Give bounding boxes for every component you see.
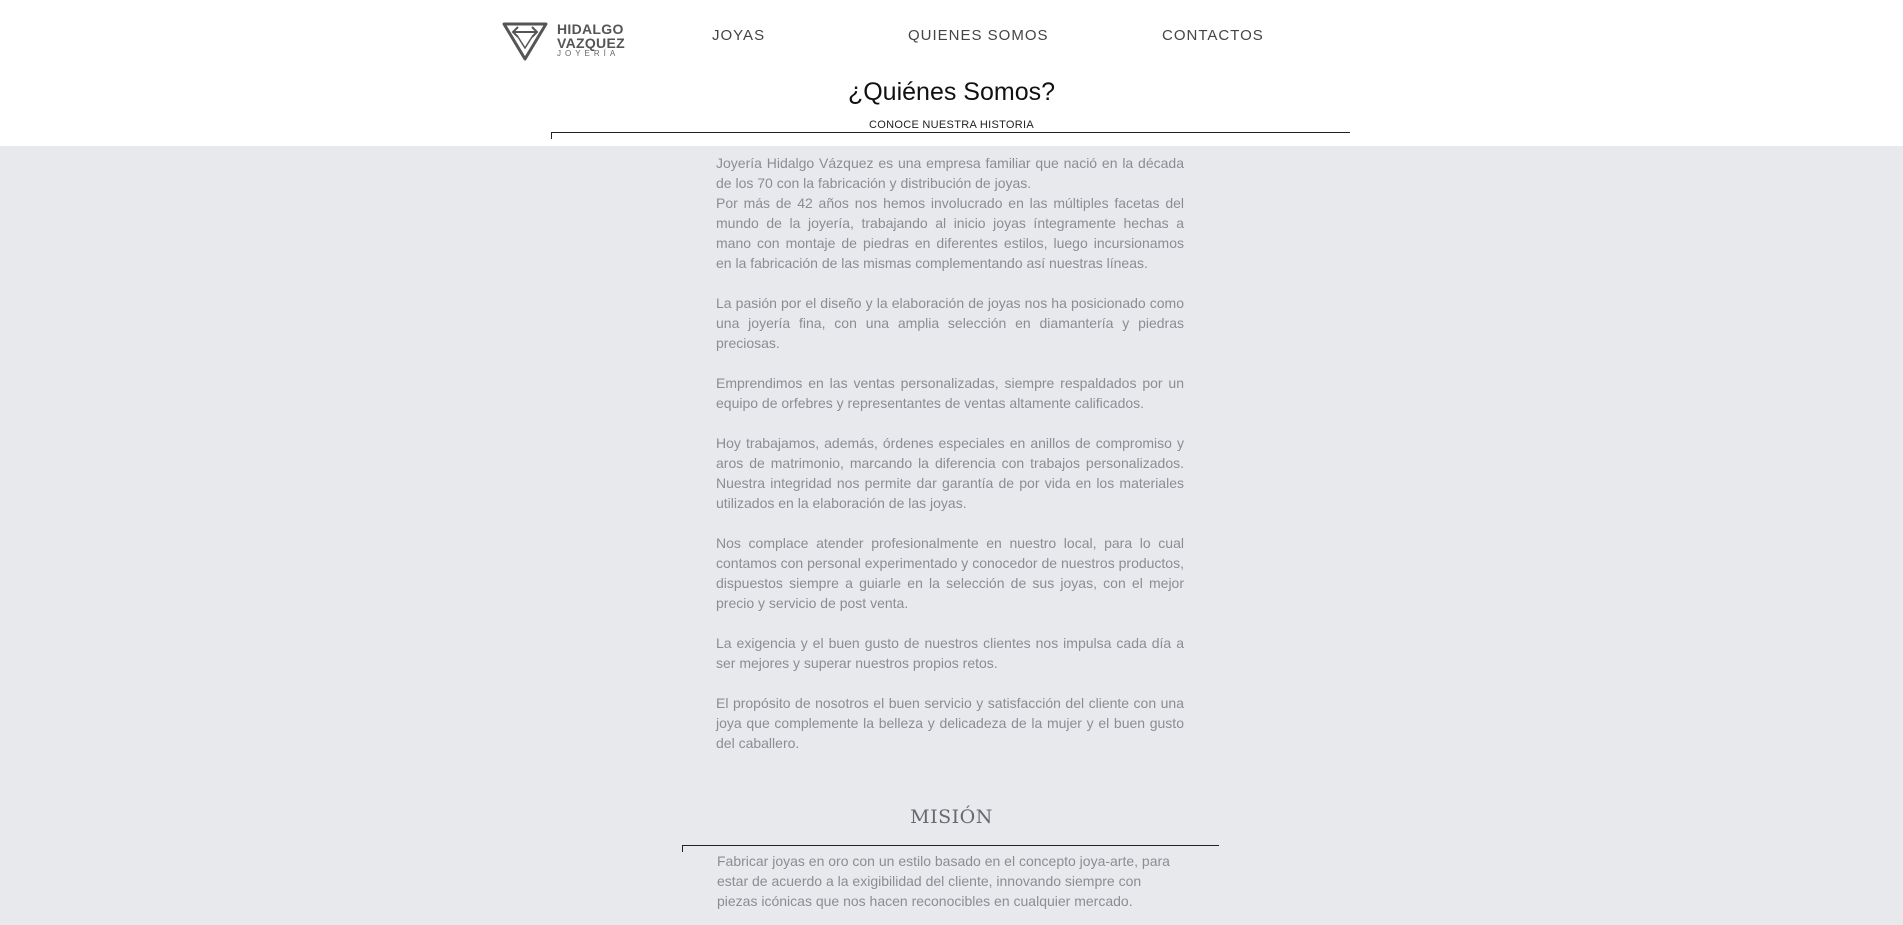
story-section: Joyería Hidalgo Vázquez es una empresa f… — [716, 153, 1184, 773]
brand-name: HIDALGO VAZQUEZ — [557, 22, 625, 50]
story-paragraph: Emprendimos en las ventas personalizadas… — [716, 375, 1184, 411]
story-paragraph: La exigencia y el buen gusto de nuestros… — [716, 635, 1184, 671]
story-paragraph: Hoy trabajamos, además, órdenes especial… — [716, 435, 1184, 511]
nav-contactos[interactable]: CONTACTOS — [1162, 27, 1264, 44]
title-divider — [551, 132, 1350, 139]
header: HIDALGO VAZQUEZ JOYERÍA JOYAS QUIENES SO… — [0, 0, 1903, 146]
story-paragraph: Por más de 42 años nos hemos involucrado… — [716, 195, 1184, 271]
story-paragraph: El propósito de nosotros el buen servici… — [716, 695, 1184, 751]
brand-line-1: HIDALGO — [557, 21, 624, 37]
page-title: ¿Quiénes Somos? — [847, 78, 1056, 106]
story-paragraph: Joyería Hidalgo Vázquez es una empresa f… — [716, 155, 1184, 191]
page-subtitle: CONOCE NUESTRA HISTORIA — [869, 119, 1034, 131]
nav-quienes-somos[interactable]: QUIENES SOMOS — [908, 27, 1049, 44]
mision-heading: MISIÓN — [910, 806, 993, 828]
diamond-logo-icon — [502, 22, 548, 61]
story-intro: Joyería Hidalgo Vázquez es una empresa f… — [716, 153, 1184, 273]
brand-tagline: JOYERÍA — [557, 49, 620, 58]
brand-line-2: VAZQUEZ — [557, 35, 625, 51]
brand-logo[interactable]: HIDALGO VAZQUEZ JOYERÍA — [500, 18, 630, 62]
story-paragraph: La pasión por el diseño y la elaboración… — [716, 295, 1184, 351]
story-paragraph: Nos complace atender profesionalmente en… — [716, 535, 1184, 611]
nav-joyas[interactable]: JOYAS — [712, 27, 765, 44]
mision-text: Fabricar joyas en oro con un estilo basa… — [717, 853, 1170, 909]
mision-divider — [682, 845, 1219, 852]
